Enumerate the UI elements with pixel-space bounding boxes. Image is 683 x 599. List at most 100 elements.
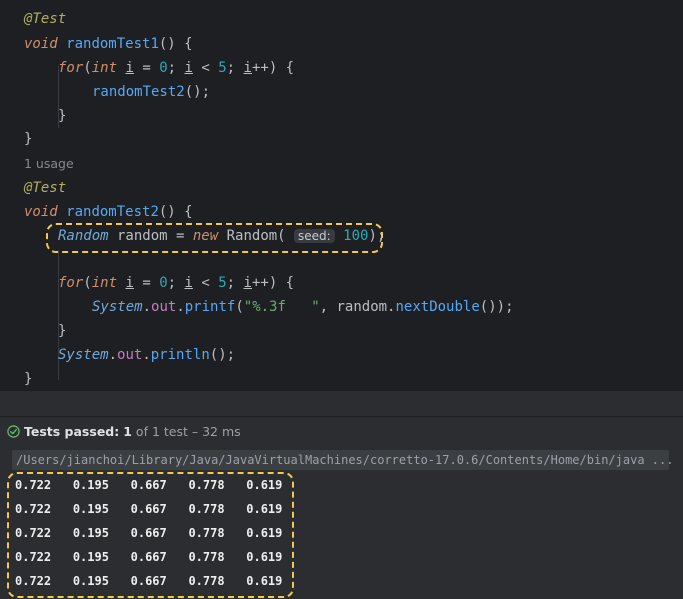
output-value: 0.722 [15,550,52,564]
output-value: 0.619 [246,574,283,588]
usage-hint[interactable]: 1 usage [24,153,74,175]
output-value: 0.667 [130,574,167,588]
number: 0 [159,60,168,76]
variable: i [125,60,134,76]
code-text: ++ [251,275,269,291]
output-value: 0.778 [188,478,225,492]
parameter-hint: seed: [294,229,335,243]
keyword: void [24,36,58,52]
keyword: new [192,228,219,244]
code-line-13: System.out.println(); [58,344,235,366]
code-line-12: } [58,320,66,342]
type-name: System [92,299,143,315]
code-text: ) { [268,275,295,291]
output-value: 0.195 [72,478,109,492]
code-text: ()); [479,299,514,315]
keyword: for [58,275,84,291]
code-line-8: void randomTest2() { [24,201,193,223]
output-value: 0.619 [246,478,283,492]
code-line-1: @Test [24,8,66,30]
method-name: randomTest1 [66,36,159,52]
test-status-text: Tests passed: 1 of 1 test – 32 ms [24,417,241,447]
test-status-bar: Tests passed: 1 of 1 test – 32 ms [0,416,683,447]
status-suffix: of 1 test – 32 ms [135,424,241,439]
variable: i [125,275,134,291]
output-row: 0.722 0.195 0.667 0.778 0.619 [15,526,282,540]
code-text: () { [158,204,193,220]
code-text: ++ [251,60,269,76]
number: 0 [159,275,168,291]
code-text: (); [184,84,211,100]
code-line-6: } [24,128,32,150]
variable: i [184,275,193,291]
type-name: System [58,347,109,363]
keyword: int [91,60,118,76]
output-value: 0.195 [72,550,109,564]
code-text: = [133,60,160,76]
field: out [151,299,177,315]
code-text: ( [83,60,92,76]
code-text: } [24,131,33,147]
code-line-9: Random random = new Random( seed: 100); [58,225,385,247]
usage-label[interactable]: 1 usage [24,156,74,171]
code-text: ); [368,228,386,244]
output-value: 0.722 [15,574,52,588]
code-line-2: void randomTest1() { [24,33,193,55]
variable: i [243,60,252,76]
output-row: 0.722 0.195 0.667 0.778 0.619 [15,478,282,492]
output-row: 0.722 0.195 0.667 0.778 0.619 [15,574,282,588]
keyword: void [24,204,58,220]
output-value: 0.619 [246,526,283,540]
keyword: int [91,275,118,291]
code-text: . [142,299,152,315]
number: 100 [343,228,369,244]
output-value: 0.619 [246,502,283,516]
field: out [117,347,143,363]
variable: i [243,275,252,291]
output-value: 0.778 [188,550,225,564]
panel-gap [0,391,683,416]
code-editor[interactable]: @Test void randomTest1() { for(int i = 0… [0,0,683,390]
keyword: for [58,60,84,76]
code-line-4: randomTest2(); [92,81,210,103]
code-line-7: @Test [24,177,66,199]
check-circle-icon [7,425,20,438]
code-text: ( [235,299,244,315]
console-output[interactable]: 0.722 0.195 0.667 0.778 0.619 0.722 0.19… [0,472,683,599]
method-call: nextDouble [395,299,480,315]
code-text: } [58,108,67,124]
output-value: 0.195 [72,502,109,516]
code-line-11: System.out.printf("%.3f ", random.nextDo… [92,296,514,318]
code-line-10: for(int i = 0; i < 5; i++) { [58,272,294,294]
code-text: ; [226,60,244,76]
output-value: 0.667 [130,550,167,564]
code-line-5: } [58,105,66,127]
code-text: ; [167,275,185,291]
type-name: Random [58,228,109,244]
java-command[interactable]: /Users/jianchoi/Library/Java/JavaVirtual… [16,451,673,469]
output-value: 0.667 [130,502,167,516]
number: 5 [218,60,227,76]
variable: i [184,60,193,76]
number: 5 [218,275,227,291]
code-text: . [142,347,151,363]
code-text: , random. [319,299,396,315]
output-row: 0.722 0.195 0.667 0.778 0.619 [15,502,282,516]
output-value: 0.778 [188,502,225,516]
passed-count: 1 [123,424,132,439]
output-value: 0.722 [15,502,52,516]
code-text: = [133,275,160,291]
code-text: < [192,60,219,76]
output-value: 0.667 [130,526,167,540]
output-value: 0.195 [72,526,109,540]
method-call: println [150,347,210,363]
code-text: () { [158,36,193,52]
status-label: Tests passed: [24,424,120,439]
string-literal: "%.3f " [243,299,320,315]
code-text: random = [108,228,193,244]
code-text: } [24,371,33,387]
code-text: (); [209,347,236,363]
method-call: printf [184,299,236,315]
code-text: . [108,347,118,363]
code-text: ; [167,60,185,76]
